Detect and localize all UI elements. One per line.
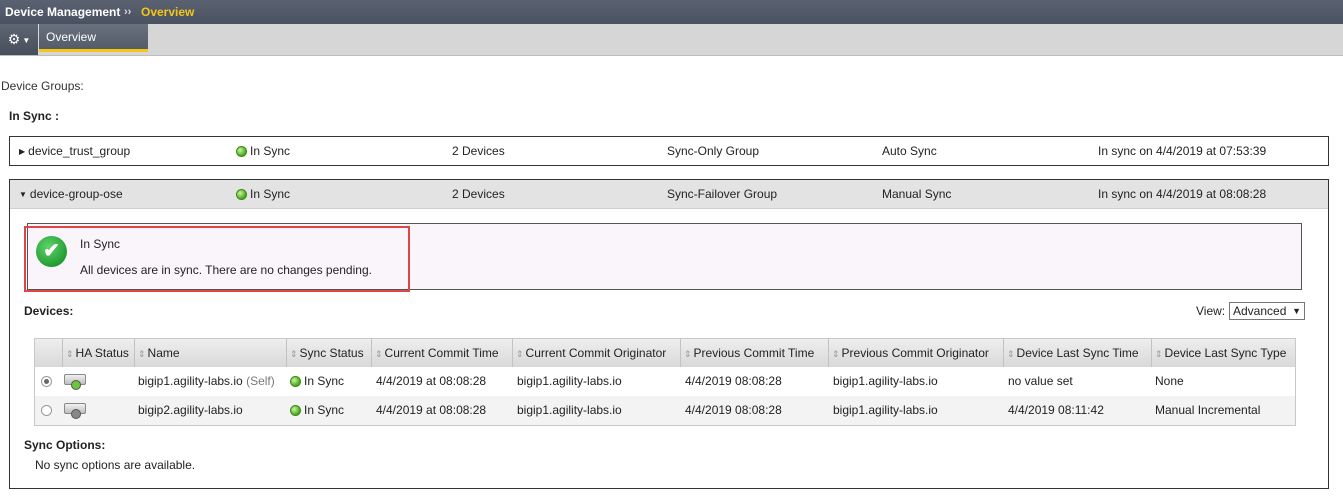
device-current-commit-originator: bigip1.agility-labs.io	[517, 403, 622, 417]
group-name: device_trust_group	[28, 144, 131, 158]
column-name[interactable]: ⇕ Name	[135, 339, 287, 367]
device-current-commit-time: 4/4/2019 at 08:08:28	[376, 403, 487, 417]
column-select	[35, 339, 63, 367]
column-previous-commit-originator[interactable]: ⇕ Previous Commit Originator	[829, 339, 1004, 367]
collapse-triangle-icon: ▼	[19, 190, 27, 199]
row-radio[interactable]	[41, 405, 52, 416]
device-current-commit-originator: bigip1.agility-labs.io	[517, 374, 622, 388]
device-icon	[64, 403, 86, 419]
device-last-sync-time: no value set	[1008, 374, 1073, 388]
sort-icon: ⇕	[516, 349, 524, 359]
sort-icon: ⇕	[1155, 349, 1163, 359]
column-previous-commit-time[interactable]: ⇕ Previous Commit Time	[681, 339, 829, 367]
group-device-count: 2 Devices	[452, 187, 505, 201]
group-status: In Sync	[236, 180, 290, 208]
status-green-icon	[290, 376, 301, 387]
column-current-commit-originator[interactable]: ⇕ Current Commit Originator	[513, 339, 681, 367]
device-sync-status: In Sync	[290, 396, 344, 425]
group-last-sync: In sync on 4/4/2019 at 08:08:28	[1098, 187, 1267, 201]
device-icon	[64, 374, 86, 390]
title-bar: Device Management ›› Overview	[0, 0, 1343, 24]
table-row: bigip1.agility-labs.io (Self) In Sync 4/…	[35, 367, 1295, 397]
devices-label: Devices:	[24, 304, 74, 318]
status-green-icon	[290, 405, 301, 416]
sort-icon: ⇕	[138, 349, 146, 359]
group-status: In Sync	[236, 137, 290, 165]
device-current-commit-time: 4/4/2019 at 08:08:28	[376, 374, 487, 388]
devices-table: ⇕ HA Status ⇕ Name ⇕ Sync Status ⇕ Current C…	[34, 338, 1296, 426]
group-sync-mode: Manual Sync	[882, 187, 952, 201]
sort-icon: ⇕	[290, 349, 298, 359]
device-last-sync-time: 4/4/2019 08:11:42	[1008, 403, 1104, 417]
group-name-cell[interactable]: ▶ device_trust_group	[19, 137, 130, 166]
device-group-row[interactable]: ▼ device-group-ose In Sync 2 Devices Sync…	[10, 180, 1328, 209]
sync-options-label: Sync Options:	[24, 438, 106, 452]
tab-bar: ⚙ ▼ Overview	[0, 24, 1343, 56]
checkmark-icon: ✔	[36, 236, 67, 267]
device-sync-status: In Sync	[290, 367, 344, 396]
sort-icon: ⇕	[1007, 349, 1015, 359]
group-type: Sync-Failover Group	[667, 187, 778, 201]
tab-overview[interactable]: Overview	[39, 24, 148, 52]
device-group-row[interactable]: ▶ device_trust_group In Sync 2 Devices Sy…	[9, 136, 1329, 166]
highlight-box	[24, 226, 410, 292]
group-name-cell[interactable]: ▼ device-group-ose	[19, 180, 123, 209]
sync-options-text: No sync options are available.	[35, 458, 196, 472]
expand-triangle-icon: ▶	[19, 147, 26, 156]
device-last-sync-type: None	[1155, 374, 1184, 388]
device-previous-commit-time: 4/4/2019 08:08:28	[685, 374, 782, 388]
group-name: device-group-ose	[29, 187, 123, 201]
chevron-down-icon: ▼	[22, 35, 31, 45]
device-previous-commit-originator: bigip1.agility-labs.io	[833, 403, 938, 417]
status-led	[71, 409, 81, 419]
sort-icon: ⇕	[66, 349, 74, 359]
device-name[interactable]: bigip1.agility-labs.io (Self)	[138, 367, 275, 396]
device-groups-label: Device Groups:	[1, 79, 84, 93]
column-device-last-sync-type[interactable]: ⇕ Device Last Sync Type	[1152, 339, 1295, 367]
status-green-icon	[236, 146, 247, 157]
sync-message-text: All devices are in sync. There are no ch…	[80, 263, 372, 277]
sort-icon: ⇕	[832, 349, 840, 359]
status-green-icon	[236, 189, 247, 200]
view-label: View:	[1196, 304, 1226, 318]
group-device-count: 2 Devices	[452, 144, 505, 158]
column-sync-status[interactable]: ⇕ Sync Status	[287, 339, 372, 367]
column-ha-status[interactable]: ⇕ HA Status	[63, 339, 135, 367]
breadcrumb-section[interactable]: Device Management	[5, 0, 120, 24]
in-sync-heading: In Sync :	[9, 109, 60, 123]
gear-icon: ⚙	[7, 31, 21, 47]
device-name[interactable]: bigip2.agility-labs.io	[138, 396, 243, 425]
status-led	[71, 380, 81, 390]
device-last-sync-type: Manual Incremental	[1155, 403, 1261, 417]
sort-icon: ⇕	[375, 349, 383, 359]
group-last-sync: In sync on 4/4/2019 at 07:53:39	[1098, 144, 1267, 158]
row-radio[interactable]	[41, 376, 52, 387]
view-select[interactable]: Advanced ▼	[1229, 302, 1305, 320]
options-menu-button[interactable]: ⚙ ▼	[0, 24, 38, 55]
group-type: Sync-Only Group	[667, 144, 760, 158]
device-previous-commit-time: 4/4/2019 08:08:28	[685, 403, 782, 417]
breadcrumb-separator: ››	[124, 6, 132, 18]
sort-icon: ⇕	[684, 349, 692, 359]
chevron-down-icon: ▼	[1292, 306, 1301, 316]
page-title: Overview	[141, 5, 195, 19]
column-device-last-sync-time[interactable]: ⇕ Device Last Sync Time	[1004, 339, 1152, 367]
table-header: ⇕ HA Status ⇕ Name ⇕ Sync Status ⇕ Current C…	[35, 339, 1295, 368]
group-sync-mode: Auto Sync	[882, 144, 937, 158]
column-current-commit-time[interactable]: ⇕ Current Commit Time	[372, 339, 513, 367]
table-row: bigip2.agility-labs.io In Sync 4/4/2019 …	[35, 396, 1295, 425]
sync-message-title: In Sync	[80, 237, 121, 251]
device-previous-commit-originator: bigip1.agility-labs.io	[833, 374, 938, 388]
